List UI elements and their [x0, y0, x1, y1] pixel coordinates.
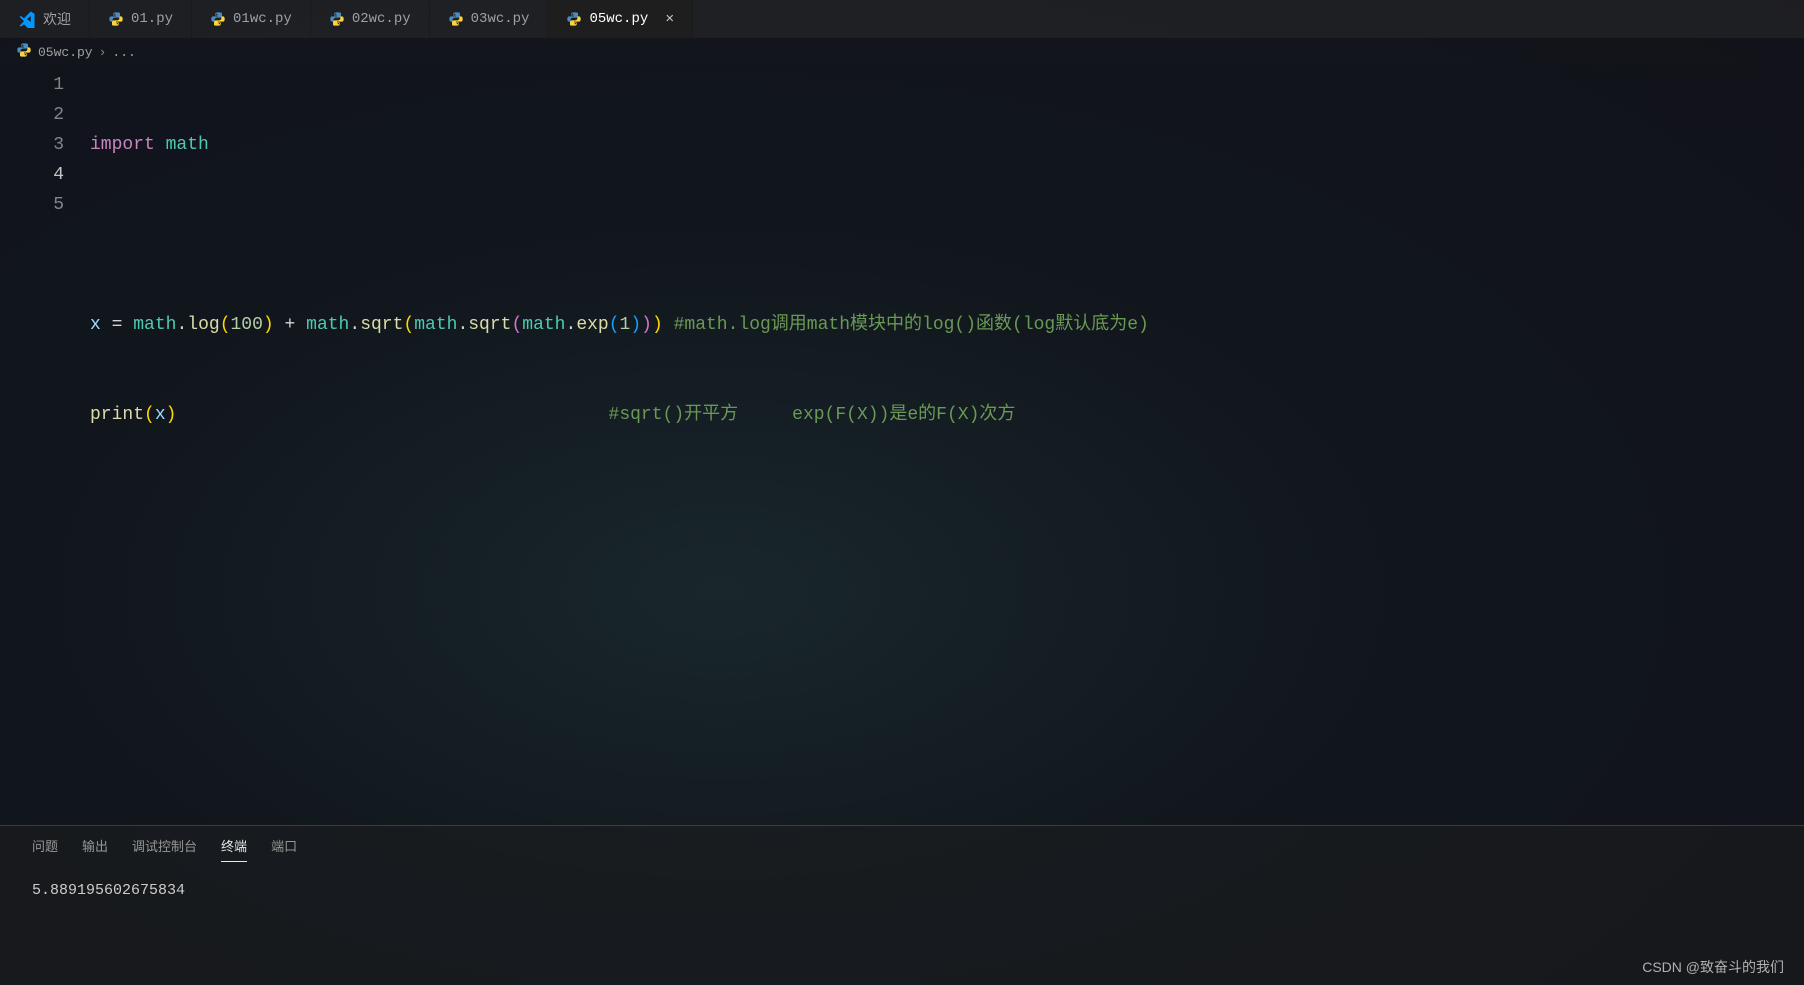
panel-tabs: 问题 输出 调试控制台 终端 端口: [0, 826, 1804, 870]
tab-label: 01.py: [131, 11, 173, 27]
line-number: 1: [0, 70, 64, 100]
code-line: [90, 490, 1804, 520]
breadcrumb-file: 05wc.py: [38, 45, 93, 60]
line-number: 3: [0, 130, 64, 160]
panel-tab-output[interactable]: 输出: [82, 836, 108, 862]
code-area[interactable]: import math x = math.log(100) + math.sqr…: [90, 70, 1804, 825]
tab-label: 02wc.py: [352, 11, 411, 27]
tab-label: 03wc.py: [471, 11, 530, 27]
watermark: CSDN @致奋斗的我们: [1642, 957, 1784, 977]
line-number: 2: [0, 100, 64, 130]
python-icon: [210, 11, 226, 27]
tab-05wc[interactable]: 05wc.py ×: [548, 0, 693, 38]
python-icon: [329, 11, 345, 27]
panel-tab-debug[interactable]: 调试控制台: [132, 836, 197, 862]
vscode-icon: [18, 10, 36, 28]
tab-03wc[interactable]: 03wc.py: [430, 0, 549, 38]
tab-01wc[interactable]: 01wc.py: [192, 0, 311, 38]
panel-tab-terminal[interactable]: 终端: [221, 836, 247, 862]
python-icon: [108, 11, 124, 27]
terminal-line: 5.889195602675834: [32, 882, 1772, 899]
python-icon: [566, 11, 582, 27]
code-line: print(x) #sqrt()开平方 exp(F(X))是e的F(X)次方: [90, 400, 1804, 430]
tab-label: 05wc.py: [589, 11, 648, 27]
code-line: import math: [90, 130, 1804, 160]
line-number: 5: [0, 190, 64, 220]
close-icon[interactable]: ×: [665, 11, 674, 28]
breadcrumb-rest: ...: [112, 45, 135, 60]
editor[interactable]: 1 2 3 4 5 import math x = math.log(100) …: [0, 66, 1804, 825]
panel-tab-ports[interactable]: 端口: [271, 836, 297, 862]
tab-label: 欢迎: [43, 9, 71, 29]
breadcrumb[interactable]: 05wc.py › ...: [0, 38, 1804, 66]
python-icon: [16, 42, 32, 62]
tab-01[interactable]: 01.py: [90, 0, 192, 38]
panel-tab-problems[interactable]: 问题: [32, 836, 58, 862]
tab-welcome[interactable]: 欢迎: [0, 0, 90, 38]
tabs-bar: 欢迎 01.py 01wc.py 02wc.py 03wc.py: [0, 0, 1804, 38]
chevron-right-icon: ›: [99, 45, 107, 60]
tab-02wc[interactable]: 02wc.py: [311, 0, 430, 38]
gutter: 1 2 3 4 5: [0, 70, 90, 825]
python-icon: [448, 11, 464, 27]
bottom-panel: 问题 输出 调试控制台 终端 端口 5.889195602675834: [0, 825, 1804, 985]
tab-label: 01wc.py: [233, 11, 292, 27]
line-number: 4: [0, 160, 64, 190]
terminal-output[interactable]: 5.889195602675834: [0, 870, 1804, 911]
code-line: [90, 220, 1804, 250]
code-line: x = math.log(100) + math.sqrt(math.sqrt(…: [90, 310, 1804, 340]
